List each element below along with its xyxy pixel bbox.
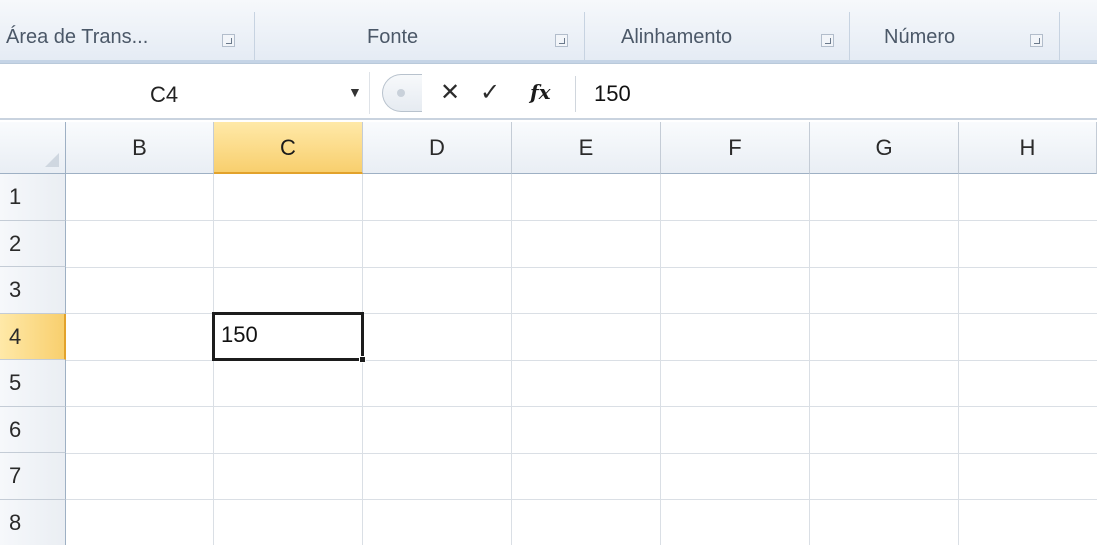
column-header-d[interactable]: D — [363, 122, 512, 174]
row-header-6[interactable]: 6 — [0, 406, 66, 453]
cell-area[interactable]: 150 — [66, 174, 1097, 545]
row-header-3[interactable]: 3 — [0, 267, 66, 314]
row-header-5[interactable]: 5 — [0, 360, 66, 407]
row-header-1[interactable]: 1 — [0, 174, 66, 221]
ribbon-group-clipboard: Área de Trans... — [0, 12, 255, 60]
formula-input[interactable]: 150 — [594, 81, 631, 107]
column-header-e[interactable]: E — [512, 122, 661, 174]
ribbon-group-font: Fonte — [255, 12, 585, 60]
cancel-icon[interactable]: ✕ — [440, 78, 460, 108]
ribbon-group-alignment: Alinhamento — [585, 12, 850, 60]
name-box[interactable]: C4 ▼ — [0, 72, 370, 114]
formula-buttons: ✕ ✓ fx — [378, 72, 576, 114]
insert-function-icon[interactable]: fx — [530, 80, 551, 104]
formula-bar: C4 ▼ ✕ ✓ fx 150 — [0, 64, 1097, 120]
row-header-2[interactable]: 2 — [0, 220, 66, 267]
divider — [575, 76, 576, 112]
active-cell-c4[interactable]: 150 — [212, 312, 364, 361]
row-header-8[interactable]: 8 — [0, 499, 66, 545]
enter-icon[interactable]: ✓ — [480, 78, 500, 108]
gridline — [66, 406, 1097, 407]
fill-handle[interactable] — [359, 356, 366, 363]
gridline — [66, 452, 1097, 454]
dropdown-arrow-icon[interactable]: ▼ — [348, 84, 362, 100]
dialog-launcher-icon[interactable] — [821, 34, 834, 47]
column-header-g[interactable]: G — [810, 122, 959, 174]
name-box-value: C4 — [150, 82, 179, 107]
dialog-launcher-icon[interactable] — [555, 34, 568, 47]
row-header-4[interactable]: 4 — [0, 313, 66, 360]
ribbon-group-bar: Área de Trans... Fonte Alinhamento Númer… — [0, 0, 1097, 64]
worksheet-grid: B C D E F G H 1 2 3 4 5 6 7 8 150 — [0, 122, 1097, 545]
ribbon-group-label: Área de Trans... — [6, 26, 149, 48]
ribbon-group-label: Fonte — [367, 26, 419, 48]
dialog-launcher-icon[interactable] — [1030, 34, 1043, 47]
ribbon-group-label: Alinhamento — [621, 26, 733, 48]
gridline — [66, 499, 1097, 500]
ribbon-group-number: Número — [850, 12, 1060, 60]
row-header-7[interactable]: 7 — [0, 453, 66, 500]
column-header-c[interactable]: C — [214, 122, 363, 174]
resize-handle[interactable] — [382, 74, 422, 112]
column-header-f[interactable]: F — [661, 122, 810, 174]
gridline — [66, 266, 1097, 268]
column-header-b[interactable]: B — [66, 122, 214, 174]
dialog-launcher-icon[interactable] — [222, 34, 235, 47]
gridline — [66, 220, 1097, 221]
column-header-h[interactable]: H — [959, 122, 1097, 174]
ribbon-group-label: Número — [884, 26, 956, 48]
select-all-icon[interactable] — [0, 122, 66, 174]
